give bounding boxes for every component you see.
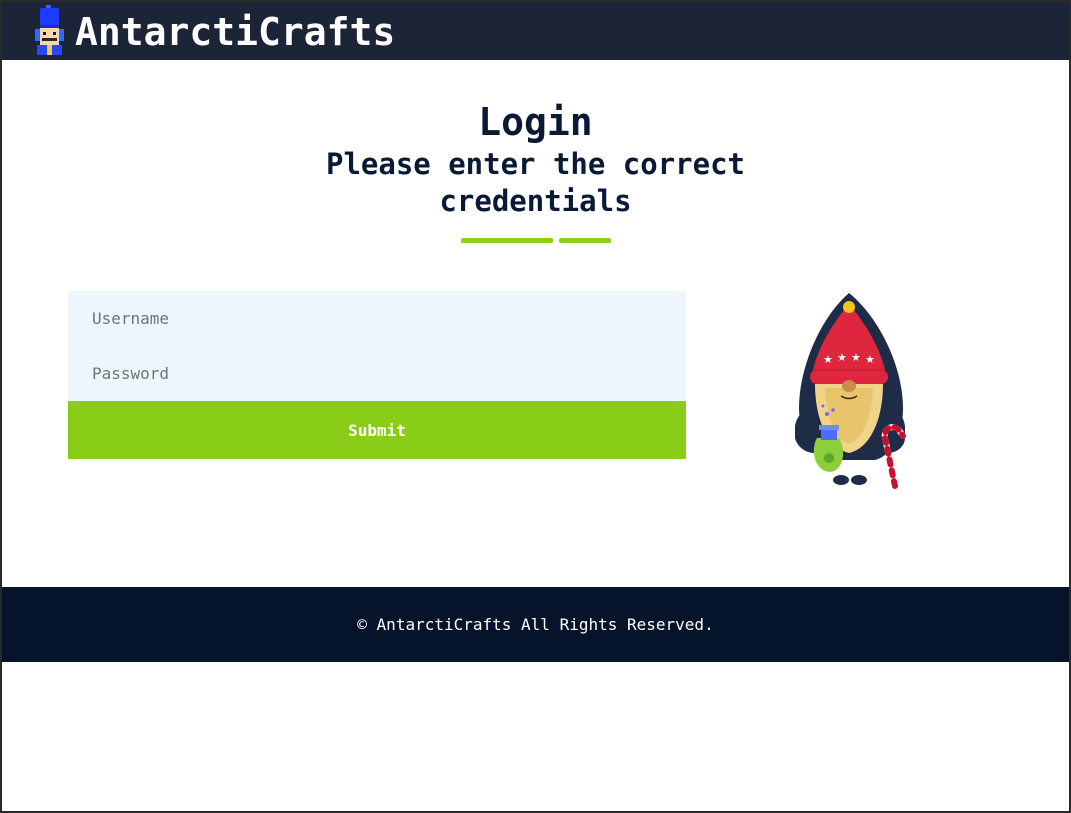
title-divider-long (461, 238, 553, 243)
brand-name[interactable]: AntarctiCrafts (75, 10, 395, 54)
nutcracker-logo-icon[interactable] (31, 5, 69, 55)
gnome-illustration-icon: ★ ★ ★ ★ (795, 293, 906, 489)
password-input[interactable] (68, 346, 686, 401)
username-input[interactable] (68, 291, 686, 346)
footer: © AntarctiCrafts All Rights Reserved. (2, 587, 1069, 662)
navbar: AntarctiCrafts (2, 2, 1069, 60)
svg-text:★: ★ (865, 353, 875, 366)
title-block: Login Please enter the correct credentia… (2, 98, 1069, 220)
svg-text:★: ★ (837, 351, 847, 364)
submit-button[interactable]: Submit (68, 401, 686, 459)
login-form: Submit (68, 291, 686, 459)
svg-text:★: ★ (823, 353, 833, 366)
title-divider-short (559, 238, 611, 243)
page-subtitle: Please enter the correct credentials (325, 147, 746, 218)
page-title: Login (478, 100, 593, 144)
copyright-text: © AntarctiCrafts All Rights Reserved. (357, 615, 714, 634)
svg-text:★: ★ (851, 351, 861, 364)
